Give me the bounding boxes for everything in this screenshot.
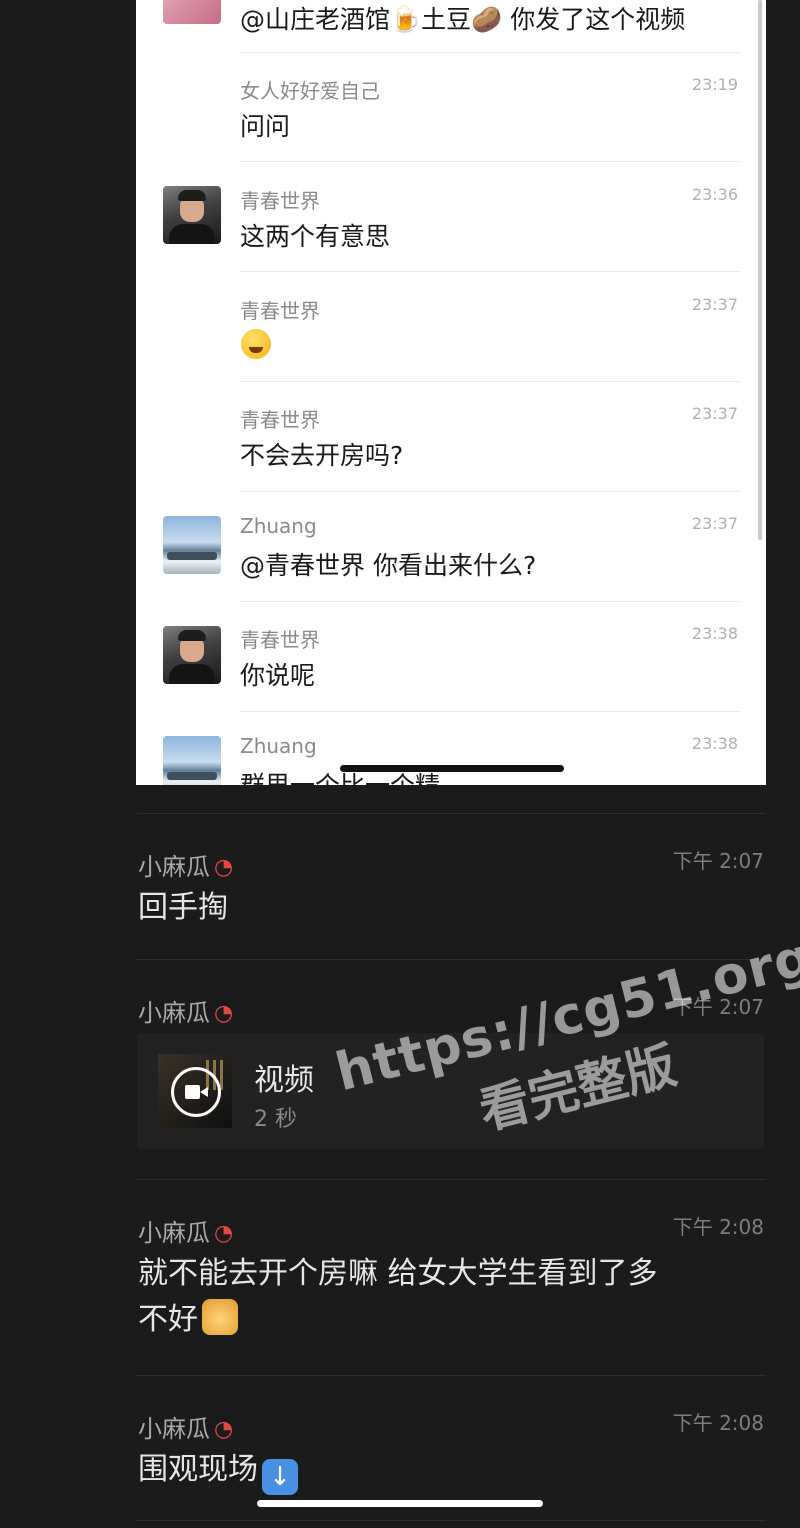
video-label: 视频 [254, 1063, 314, 1098]
video-message-card[interactable]: 视频 2 秒 [137, 1033, 764, 1149]
message-time: 下午 2:08 [672, 1411, 764, 1435]
watermelon-icon: ◔ [214, 855, 234, 880]
sender-name: 女人好好爱自己 [240, 79, 380, 103]
watermelon-icon: ◔ [214, 1001, 234, 1026]
message-text: 回手掏 [138, 890, 228, 925]
separator [137, 813, 766, 814]
home-indicator[interactable] [257, 1500, 543, 1507]
separator [137, 1179, 766, 1180]
sender-name: 青春世界 [240, 189, 320, 213]
message-time: 下午 2:07 [672, 849, 764, 873]
separator [240, 491, 740, 492]
separator [240, 161, 740, 162]
message-text: 你说呢 [240, 661, 316, 690]
avatar [163, 186, 221, 244]
watermelon-icon: ◔ [214, 1417, 234, 1442]
message-time: 23:37 [691, 295, 738, 314]
message-text: 问问 [240, 112, 291, 141]
separator [137, 959, 766, 960]
embedded-home-indicator [340, 765, 564, 772]
separator [137, 1375, 766, 1376]
avatar [163, 626, 221, 684]
separator [240, 711, 740, 712]
sender-name: Zhuang [240, 734, 317, 758]
separator [240, 271, 740, 272]
message-text: @青春世界 你看出来什么? [240, 551, 537, 580]
sender-name: Zhuang [240, 514, 317, 538]
sender-name: 小麻瓜 ◔ [138, 853, 234, 881]
avatar [163, 736, 221, 785]
message-time: 23:37 [691, 514, 738, 533]
avatar [163, 0, 221, 24]
video-duration: 2 秒 [254, 1107, 297, 1132]
sender-name: 青春世界 [240, 299, 320, 323]
message-time: 23:19 [691, 75, 738, 94]
avatar [163, 516, 221, 574]
sender-name: 青春世界 [240, 628, 320, 652]
message-time: 下午 2:07 [672, 995, 764, 1019]
message-text: 就不能去开个房嘛 给女大学生看到了多 不好 [138, 1256, 658, 1337]
message-emoji [241, 329, 271, 363]
message-text: 不会去开房吗? [240, 441, 404, 470]
down-arrow-emoji-icon: ↓ [262, 1459, 298, 1495]
embedded-chat-screenshot: @山庄老酒馆🍺土豆🥔 你发了这个视频 女人好好爱自己 23:19 问问 青春世界… [136, 0, 766, 785]
sender-name: 小麻瓜 ◔ [138, 999, 234, 1027]
sender-name: 青春世界 [240, 408, 320, 432]
video-thumbnail[interactable] [158, 1054, 232, 1128]
embedded-scrollbar [758, 0, 762, 540]
message-time: 23:37 [691, 404, 738, 423]
cat-face-emoji-icon [202, 1299, 238, 1335]
sender-name: 小麻瓜 ◔ [138, 1219, 234, 1247]
laughing-crying-emoji-icon [241, 329, 271, 359]
separator [137, 1520, 766, 1521]
message-text: 这两个有意思 [240, 222, 391, 251]
message-time: 下午 2:08 [672, 1215, 764, 1239]
message-time: 23:36 [691, 185, 738, 204]
sender-name: 小麻瓜 ◔ [138, 1415, 234, 1443]
message-time: 23:38 [691, 624, 738, 643]
message-text: 围观现场 ↓ [138, 1447, 758, 1495]
message-text: @山庄老酒馆🍺土豆🥔 你发了这个视频 [240, 5, 686, 34]
message-time: 23:38 [691, 734, 738, 753]
video-camera-icon[interactable] [171, 1067, 221, 1117]
separator [240, 381, 740, 382]
watermelon-icon: ◔ [214, 1221, 234, 1246]
separator [240, 52, 740, 53]
embedded-message: @山庄老酒馆🍺土豆🥔 你发了这个视频 [136, 0, 766, 53]
separator [240, 601, 740, 602]
